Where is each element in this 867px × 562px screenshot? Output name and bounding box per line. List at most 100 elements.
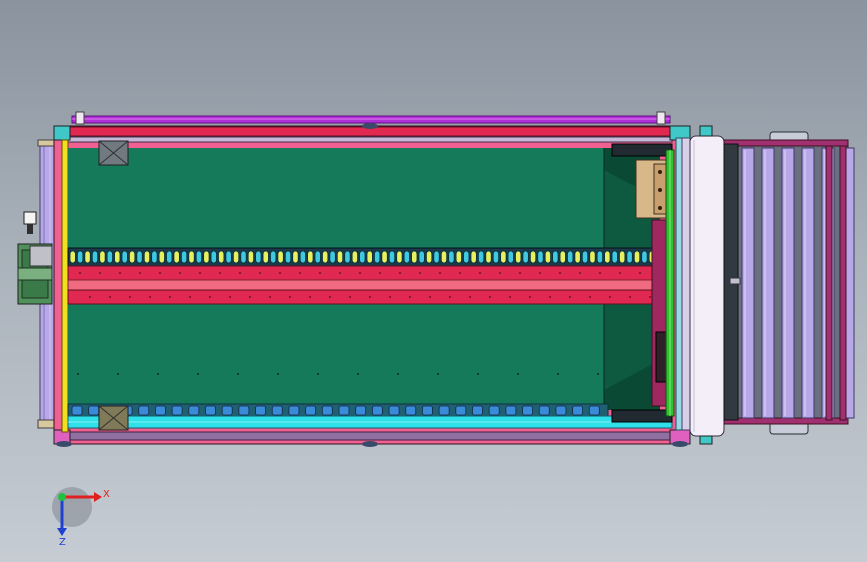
chain-link [121,250,128,264]
chain-link [604,250,611,264]
beam-bolt [339,272,341,274]
chain-link [463,250,470,264]
chain-link [322,250,329,264]
chain-link [203,250,210,264]
beam-bolt [529,296,531,298]
cad-viewport[interactable]: X Z [0,0,867,562]
chain-link [180,250,188,264]
bed-dot [77,373,79,375]
beam-bolt [129,296,131,298]
blue-roller [572,405,584,416]
beam-bolt [109,296,111,298]
chain-link [218,250,225,264]
chain-link [374,250,381,264]
chain-link [210,250,217,264]
chain-link [388,250,396,264]
x-axis-label: X [103,489,110,500]
blue-roller [505,405,517,416]
chain-link [366,250,373,264]
beam-bolt [79,272,81,274]
beam-bolt [199,272,201,274]
blue-roller [422,405,433,416]
chain-link [589,250,596,264]
beam-bolt [209,296,211,298]
beam-bolt [509,296,511,298]
chain-link [69,250,76,264]
chain-link [507,250,514,264]
chain-link [537,250,544,264]
chain-link [344,250,351,264]
chain-link [91,250,99,264]
chain-link [433,250,440,264]
axis-origin [58,493,66,501]
beam-bolt [409,296,411,298]
chain-link [633,250,641,264]
bed-dot [237,373,239,375]
chain-link [128,250,136,264]
chain-link [641,250,648,264]
chain-link [195,250,203,264]
chain-link [359,250,366,264]
chain-link [77,250,84,264]
bed-dot [277,373,279,375]
blue-roller [238,405,250,416]
beam-bolt [119,272,121,274]
chain-link [106,250,113,264]
beam-bolt [569,296,571,298]
chain-link [284,250,292,264]
chain-link [448,250,455,264]
blue-roller [288,405,300,416]
z-axis-label: Z [59,537,66,548]
chain-link [396,250,403,264]
beam-bolt [459,272,461,274]
blue-roller [88,405,100,416]
chain-link [114,250,121,264]
beam-bolt [469,296,471,298]
bed-dot [557,373,559,375]
beam-bolt [369,296,371,298]
beam-bolt [249,296,251,298]
beam-bolt [289,296,291,298]
chain-link [477,250,485,264]
blue-roller [538,405,550,416]
beam-bolt [479,272,481,274]
beam-bolt [219,272,221,274]
x-axis-arrowhead [94,492,102,502]
bed-dot [437,373,439,375]
beam-bolt [309,296,311,298]
beam-bolt [539,272,541,274]
red-beam-assembly [67,265,665,305]
beam-bolt [299,272,301,274]
beam-bolt [159,272,161,274]
blue-roller [188,405,200,416]
blue-roller [522,405,533,416]
chain-link [529,250,537,264]
beam-bolt [139,272,141,274]
beam-bolt [319,272,321,274]
chain-link [314,250,321,264]
bed-dot [157,373,159,375]
chain-link [522,250,529,264]
beam-bolt [599,272,601,274]
beam-bolt [379,272,381,274]
chain-link [411,250,418,264]
chain-link [381,250,388,264]
blue-roller [472,405,483,416]
chain-link [470,250,477,264]
beam-bolt [359,272,361,274]
chain-link [166,250,173,264]
chain-link [247,250,255,264]
chain-link [277,250,284,264]
blue-roller [338,405,350,416]
chain-link [225,250,232,264]
chain-link [299,250,306,264]
chain-link [544,250,552,264]
chain-link [515,250,522,264]
z-axis-arrowhead [57,528,67,536]
chain-link [240,250,247,264]
beam-bolt [399,272,401,274]
blue-roller [405,405,417,416]
blue-roller [388,405,400,416]
beam-bolt [149,296,151,298]
beam-bolt [619,272,621,274]
